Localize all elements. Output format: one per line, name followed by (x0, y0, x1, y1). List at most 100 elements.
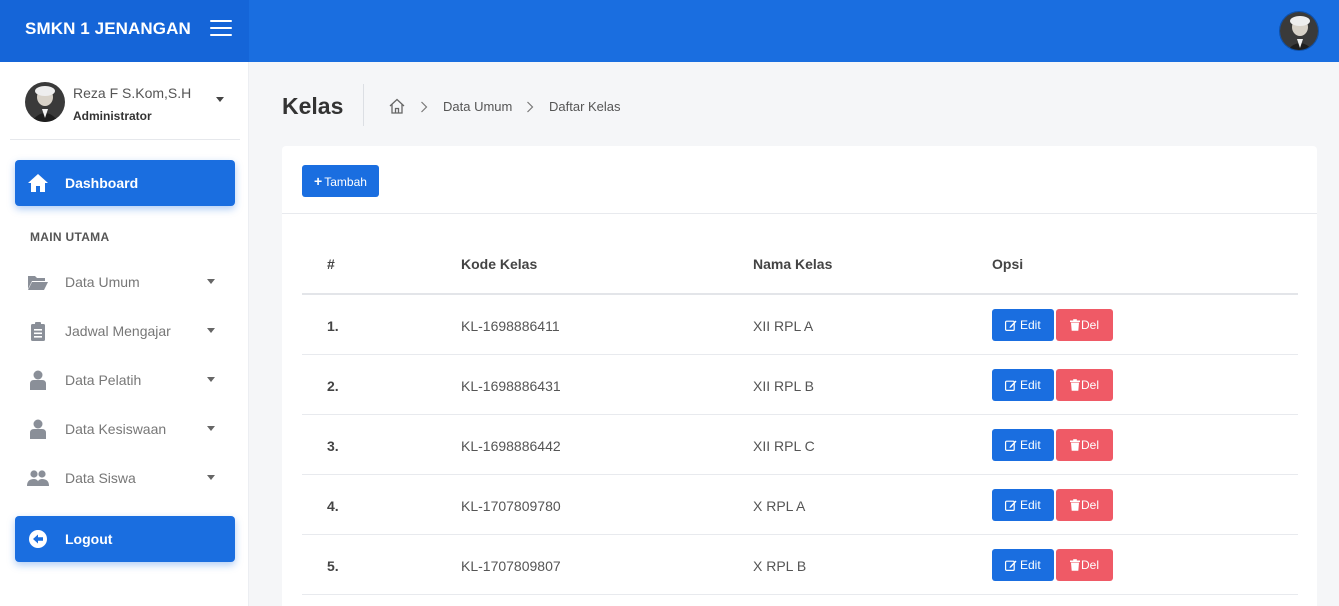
trash-icon (1070, 379, 1080, 391)
sidebar-section-title: MAIN UTAMA (30, 230, 110, 244)
logout-button[interactable]: Logout (15, 516, 235, 562)
logout-label: Logout (65, 531, 113, 547)
avatar (25, 82, 65, 122)
arrow-left-circle-icon (29, 530, 47, 548)
row-nama-kelas: XII RPL B (753, 378, 814, 394)
table-header-no: # (327, 256, 335, 272)
user-panel[interactable]: Reza F S.Kom,S.H Administrator (10, 62, 240, 140)
delete-button[interactable]: Del (1056, 369, 1113, 401)
sidebar-item-label: Data Kesiswaan (65, 421, 167, 437)
user-icon (30, 419, 46, 439)
row-nama-kelas: XII RPL C (753, 438, 815, 454)
sidebar-item-label: Data Siswa (65, 470, 136, 486)
sidebar: Reza F S.Kom,S.H Administrator Dashboard… (0, 62, 249, 606)
row-kode-kelas: KL-1698886411 (461, 318, 560, 334)
edit-button[interactable]: Edit (992, 549, 1054, 581)
row-number: 2. (327, 378, 339, 394)
row-kode-kelas: KL-1698886431 (461, 378, 561, 394)
edit-icon (1005, 440, 1017, 451)
content-card: + Tambah # Kode Kelas Nama Kelas Opsi 1. K… (282, 146, 1317, 606)
chevron-down-icon (207, 426, 215, 431)
delete-label: Del (1081, 318, 1100, 332)
table-row: 5. KL-1707809807 X RPL B Edit Del (302, 535, 1298, 595)
clipboard-icon (31, 322, 45, 341)
edit-label: Edit (1020, 438, 1041, 452)
edit-icon (1005, 560, 1017, 571)
trash-icon (1070, 499, 1080, 511)
breadcrumb-item[interactable]: Data Umum (443, 99, 512, 114)
edit-button[interactable]: Edit (992, 429, 1054, 461)
chevron-right-icon (421, 101, 428, 113)
delete-button[interactable]: Del (1056, 549, 1113, 581)
edit-icon (1005, 500, 1017, 511)
sidebar-item-data-pelatih[interactable]: Data Pelatih (15, 360, 235, 400)
user-name: Reza F S.Kom,S.H (73, 85, 192, 101)
add-button[interactable]: + Tambah (302, 165, 379, 197)
folder-open-icon (28, 276, 48, 290)
page-title: Kelas (282, 93, 344, 119)
user-icon (30, 370, 46, 390)
add-button-label: Tambah (324, 175, 367, 189)
table-header-opsi: Opsi (992, 256, 1024, 272)
edit-button[interactable]: Edit (992, 489, 1054, 521)
brand-area: SMKN 1 JENANGAN (0, 0, 249, 62)
delete-label: Del (1081, 438, 1100, 452)
sidebar-item-label: Dashboard (65, 175, 139, 191)
table-row: 2. KL-1698886431 XII RPL B Edit Del (302, 355, 1298, 415)
sidebar-item-label: Jadwal Mengajar (65, 323, 171, 339)
delete-label: Del (1081, 558, 1100, 572)
trash-icon (1070, 319, 1080, 331)
edit-label: Edit (1020, 558, 1041, 572)
table-row: 1. KL-1698886411 XII RPL A Edit Del (302, 295, 1298, 355)
sidebar-item-data-kesiswaan[interactable]: Data Kesiswaan (15, 409, 235, 449)
top-navbar: SMKN 1 JENANGAN (0, 0, 1339, 62)
delete-label: Del (1081, 498, 1100, 512)
home-icon[interactable] (388, 97, 406, 115)
delete-button[interactable]: Del (1056, 309, 1113, 341)
edit-button[interactable]: Edit (992, 369, 1054, 401)
users-icon (27, 470, 49, 486)
sidebar-item-jadwal-mengajar[interactable]: Jadwal Mengajar (15, 311, 235, 351)
sidebar-item-data-siswa[interactable]: Data Siswa (15, 458, 235, 498)
hamburger-menu-icon[interactable] (210, 20, 232, 38)
chevron-down-icon (207, 279, 215, 284)
chevron-down-icon (207, 328, 215, 333)
chevron-down-icon[interactable] (216, 97, 224, 102)
user-role: Administrator (73, 109, 152, 123)
table-header-kode: Kode Kelas (461, 256, 538, 272)
chevron-down-icon (207, 475, 215, 480)
edit-icon (1005, 380, 1017, 391)
trash-icon (1070, 559, 1080, 571)
row-nama-kelas: X RPL A (753, 498, 806, 514)
row-number: 5. (327, 558, 339, 574)
home-icon (28, 174, 48, 192)
sidebar-item-data-umum[interactable]: Data Umum (15, 262, 235, 302)
delete-label: Del (1081, 378, 1100, 392)
chevron-right-icon (527, 101, 534, 113)
edit-label: Edit (1020, 378, 1041, 392)
edit-icon (1005, 320, 1017, 331)
edit-button[interactable]: Edit (992, 309, 1054, 341)
top-user-avatar[interactable] (1279, 11, 1319, 51)
breadcrumb-item: Daftar Kelas (549, 99, 621, 114)
sidebar-item-dashboard[interactable]: Dashboard (15, 160, 235, 206)
table-row: 4. KL-1707809780 X RPL A Edit Del (302, 475, 1298, 535)
table-row: 3. KL-1698886442 XII RPL C Edit Del (302, 415, 1298, 475)
edit-label: Edit (1020, 318, 1041, 332)
row-kode-kelas: KL-1707809780 (461, 498, 561, 514)
edit-label: Edit (1020, 498, 1041, 512)
brand-name[interactable]: SMKN 1 JENANGAN (25, 19, 191, 39)
title-divider (363, 84, 364, 126)
row-kode-kelas: KL-1707809807 (461, 558, 561, 574)
plus-icon: + (314, 173, 323, 189)
trash-icon (1070, 439, 1080, 451)
table-header-nama: Nama Kelas (753, 256, 833, 272)
delete-button[interactable]: Del (1056, 429, 1113, 461)
delete-button[interactable]: Del (1056, 489, 1113, 521)
row-number: 4. (327, 498, 339, 514)
sidebar-item-label: Data Umum (65, 274, 140, 290)
chevron-down-icon (207, 377, 215, 382)
row-number: 3. (327, 438, 339, 454)
row-nama-kelas: X RPL B (753, 558, 807, 574)
card-header: + Tambah (282, 146, 1317, 214)
